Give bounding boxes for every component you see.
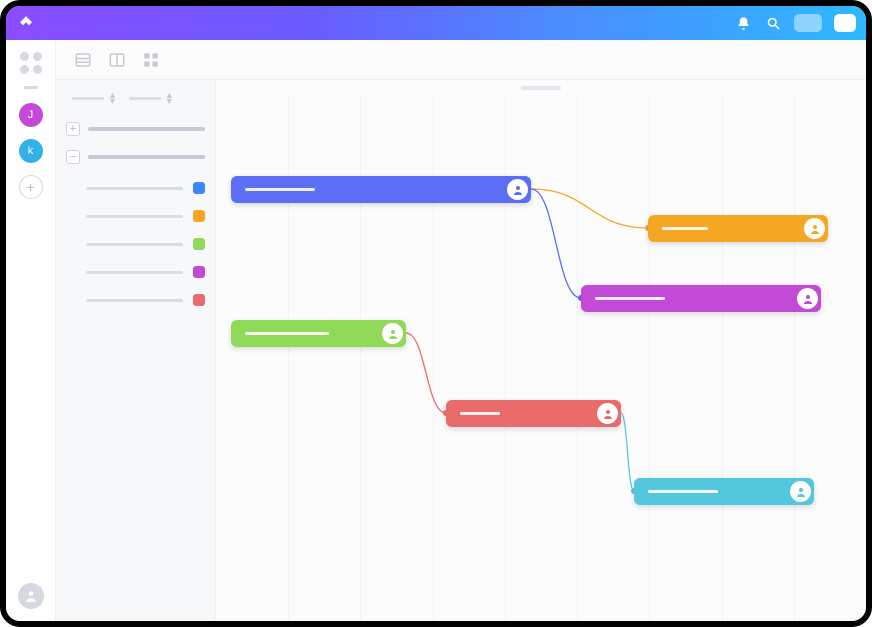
timeline-handle-icon[interactable] bbox=[521, 86, 561, 90]
group-title bbox=[88, 127, 205, 131]
gantt-task-t6[interactable] bbox=[634, 478, 814, 505]
group-title bbox=[88, 155, 205, 159]
search-icon[interactable] bbox=[764, 14, 782, 32]
task-label bbox=[460, 412, 500, 415]
board-view-icon[interactable] bbox=[108, 51, 126, 69]
sidebar-task-3[interactable] bbox=[66, 258, 205, 286]
task-label bbox=[648, 490, 718, 493]
task-label bbox=[245, 188, 315, 191]
grid-view-icon[interactable] bbox=[142, 51, 160, 69]
sidebar-task-4[interactable] bbox=[66, 286, 205, 314]
view-toolbar bbox=[56, 40, 866, 80]
gantt-task-t5[interactable] bbox=[446, 400, 621, 427]
gantt-task-t1[interactable] bbox=[231, 176, 531, 203]
expand-icon[interactable]: + bbox=[66, 122, 80, 136]
profile-icon[interactable] bbox=[18, 583, 44, 609]
task-label bbox=[662, 227, 708, 230]
color-swatch bbox=[193, 182, 205, 194]
assignee-icon[interactable] bbox=[597, 403, 618, 424]
workspace-rail: Jk + bbox=[6, 40, 56, 621]
app-logo-icon bbox=[16, 13, 36, 33]
group-header-0[interactable]: + bbox=[66, 122, 205, 136]
workspace-avatar-1[interactable]: k bbox=[19, 139, 43, 163]
apps-grid-icon[interactable] bbox=[20, 52, 42, 74]
topbar-pill-solid[interactable] bbox=[834, 14, 856, 32]
assignee-icon[interactable] bbox=[797, 288, 818, 309]
assignee-icon[interactable] bbox=[382, 323, 403, 344]
task-label bbox=[245, 332, 329, 335]
gantt-grid bbox=[216, 94, 866, 621]
sidebar-task-1[interactable] bbox=[66, 202, 205, 230]
color-swatch bbox=[193, 266, 205, 278]
sidebar-task-2[interactable] bbox=[66, 230, 205, 258]
color-swatch bbox=[193, 238, 205, 250]
gantt-task-t2[interactable] bbox=[648, 215, 828, 242]
gantt-task-t3[interactable] bbox=[581, 285, 821, 312]
group-header-1[interactable]: − bbox=[66, 150, 205, 164]
collapse-icon[interactable]: − bbox=[66, 150, 80, 164]
gantt-canvas[interactable] bbox=[216, 80, 866, 621]
assignee-icon[interactable] bbox=[507, 179, 528, 200]
sidebar-task-0[interactable] bbox=[66, 174, 205, 202]
add-workspace-button[interactable]: + bbox=[19, 175, 43, 199]
task-label bbox=[595, 297, 665, 300]
sidebar-filters: ▲▼ ▲▼ bbox=[66, 92, 205, 104]
assignee-icon[interactable] bbox=[790, 481, 811, 502]
rail-divider bbox=[24, 86, 38, 89]
color-swatch bbox=[193, 210, 205, 222]
assignee-icon[interactable] bbox=[804, 218, 825, 239]
filter-2[interactable]: ▲▼ bbox=[129, 92, 174, 104]
list-view-icon[interactable] bbox=[74, 51, 92, 69]
app-topbar bbox=[6, 6, 866, 40]
workspace-avatar-0[interactable]: J bbox=[19, 103, 43, 127]
color-swatch bbox=[193, 294, 205, 306]
filter-1[interactable]: ▲▼ bbox=[72, 92, 117, 104]
gantt-task-t4[interactable] bbox=[231, 320, 406, 347]
bell-icon[interactable] bbox=[734, 14, 752, 32]
topbar-pill[interactable] bbox=[794, 14, 822, 32]
task-sidebar: ▲▼ ▲▼ + − bbox=[56, 80, 216, 621]
